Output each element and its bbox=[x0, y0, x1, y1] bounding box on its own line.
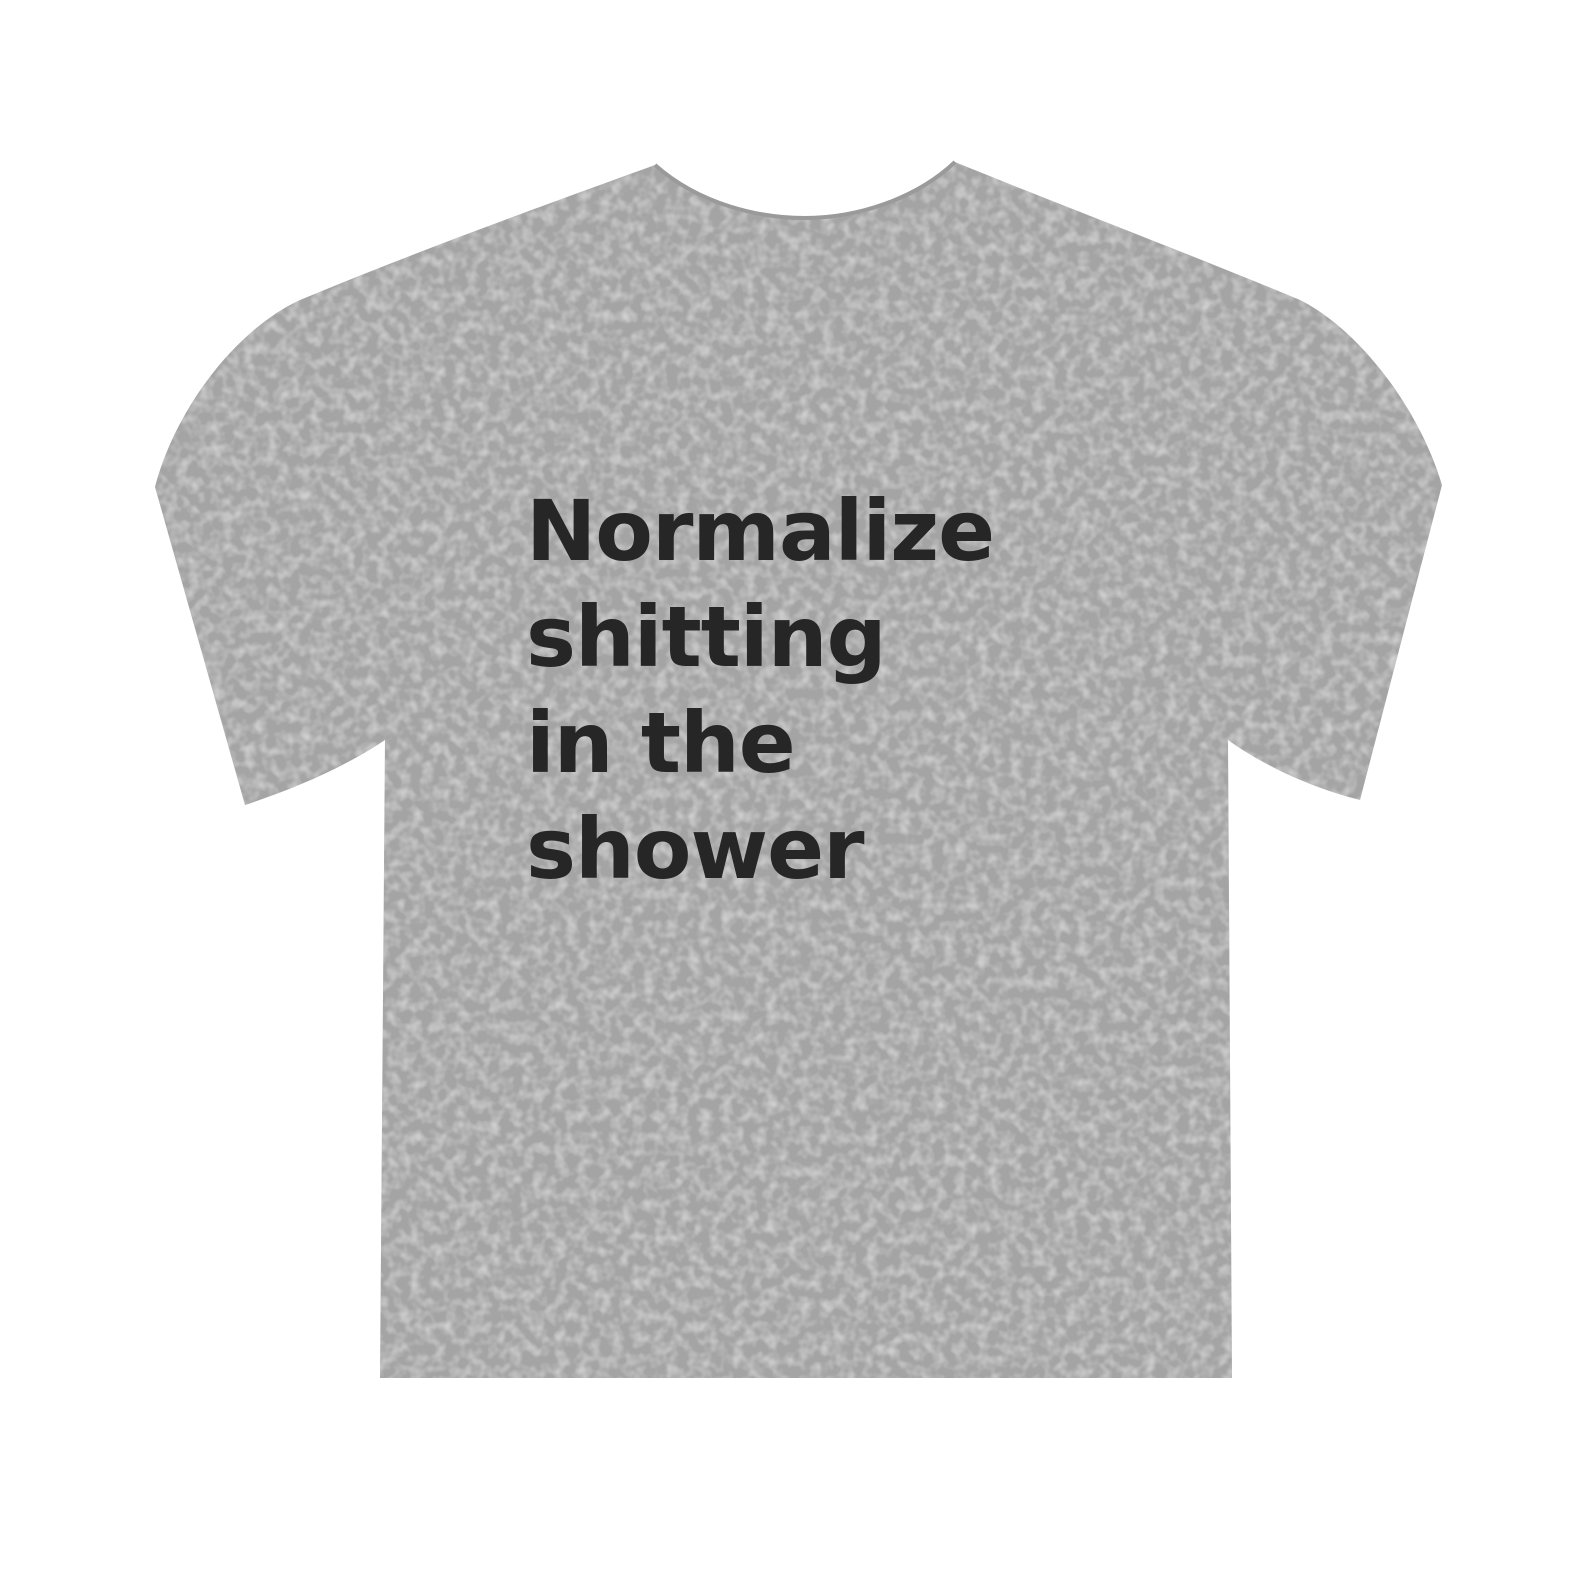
print-line-3: in the bbox=[526, 694, 796, 792]
print-line-2: shitting bbox=[526, 588, 887, 686]
print-line-4: shower bbox=[526, 800, 865, 898]
print-line-1: Normalize bbox=[526, 482, 995, 580]
shirt-print-text: Normalize shitting in the shower bbox=[526, 478, 995, 902]
